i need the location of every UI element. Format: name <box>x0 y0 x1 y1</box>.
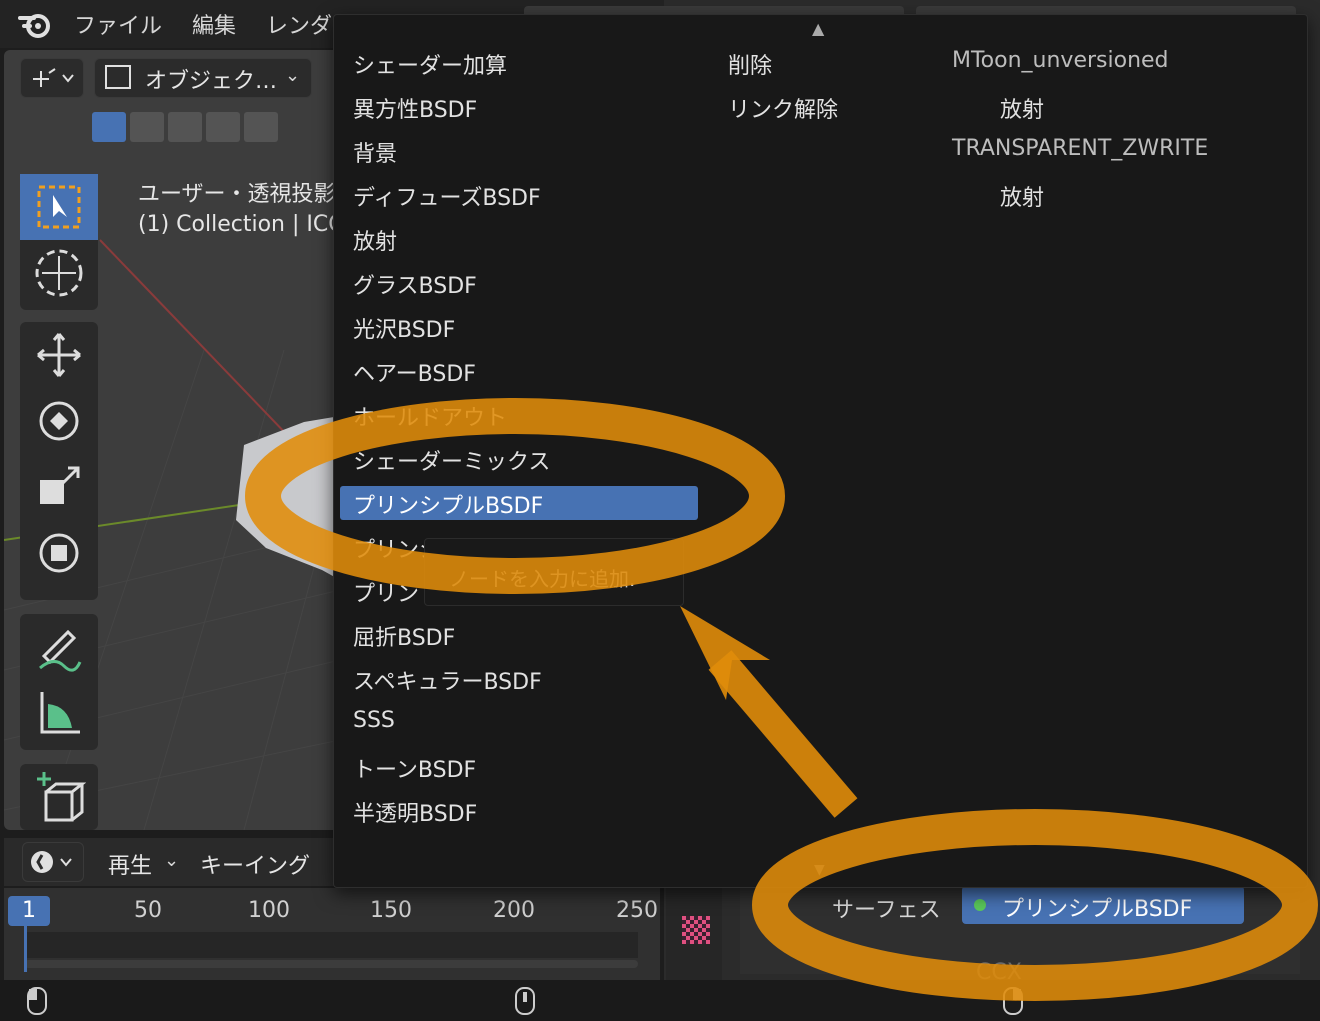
mouse-right-icon <box>1003 987 1023 1015</box>
menu-item-shader[interactable]: 放射 <box>353 224 397 256</box>
frame-mark: 50 <box>134 898 162 923</box>
material-icon[interactable] <box>682 916 710 944</box>
select-intersect-button[interactable] <box>244 112 278 142</box>
chevron-down-icon: ⌄ <box>164 850 180 871</box>
menu-item-shader[interactable]: プリンシプルBSDF <box>353 488 543 520</box>
object-mode-label: オブジェク… <box>145 69 278 94</box>
scroll-down-icon[interactable]: ▼ <box>814 862 825 878</box>
select-new-button[interactable] <box>92 112 126 142</box>
playback-menu[interactable]: 再生 <box>108 848 152 880</box>
frame-mark: 100 <box>248 898 290 923</box>
selection-mode-group <box>92 112 280 150</box>
surface-label: サーフェス <box>832 898 941 923</box>
tooltip: ノードを入力に追加. <box>424 538 684 606</box>
mouse-middle-icon <box>515 987 535 1015</box>
timeline-track <box>24 932 638 958</box>
toolbox-select <box>20 174 98 310</box>
surface-shader-field[interactable]: プリンシプルBSDF <box>962 886 1244 924</box>
tooltip-text: ノードを入力に追加. <box>449 567 636 591</box>
timeline-header: 再生 ⌄ キーイング <box>4 838 340 886</box>
menu-item-shader[interactable]: プリン <box>353 576 419 608</box>
menu-edit[interactable]: 編集 <box>192 8 236 40</box>
menu-item-shader[interactable]: 半透明BSDF <box>353 796 477 828</box>
scroll-up-icon[interactable]: ▲ <box>812 19 824 38</box>
menu-item-shader[interactable]: 異方性BSDF <box>353 92 477 124</box>
select-box-tool[interactable] <box>20 174 98 240</box>
viewport-mode-button[interactable] <box>20 58 84 98</box>
rotate-tool[interactable] <box>20 388 98 454</box>
menu-item-shader[interactable]: ホールドアウト <box>353 400 507 432</box>
measure-icon <box>40 692 80 734</box>
mouse-left-icon <box>27 987 47 1015</box>
blender-logo-icon[interactable] <box>16 8 54 40</box>
transform-tool[interactable] <box>20 520 98 586</box>
menu-item-shader[interactable]: ヘアーBSDF <box>353 356 476 388</box>
frame-mark: 250 <box>616 898 658 923</box>
menu-render[interactable]: レンダ <box>266 8 332 40</box>
menu-item-emission[interactable]: 放射 <box>1000 92 1044 124</box>
current-frame-indicator[interactable]: 1 <box>8 896 50 926</box>
collection-label: (1) Collection | ICO <box>138 212 346 237</box>
add-cube-icon <box>37 772 86 822</box>
measure-tool[interactable] <box>20 680 98 746</box>
cursor-icon <box>35 249 83 297</box>
menu-item-shader[interactable]: シェーダーミックス <box>353 444 550 476</box>
menu-item-unlink[interactable]: リンク解除 <box>728 92 838 124</box>
keying-menu[interactable]: キーイング <box>200 848 310 880</box>
add-cube-tool[interactable] <box>20 764 98 830</box>
menu-item-shader[interactable]: 屈折BSDF <box>353 620 455 652</box>
select-box-icon <box>37 185 81 229</box>
object-mode-dropdown[interactable]: オブジェク… ⌄ <box>94 58 312 98</box>
menu-item-shader[interactable]: 背景 <box>353 136 397 168</box>
toolbox-add <box>20 764 98 830</box>
select-extend-button[interactable] <box>130 112 164 142</box>
shader-socket-icon <box>974 899 986 911</box>
menu-item-shader[interactable]: 光沢BSDF <box>353 312 455 344</box>
menu-item-shader[interactable]: ディフューズBSDF <box>353 180 541 212</box>
timeline-scrollbar[interactable] <box>24 960 638 968</box>
transform-orientation-icon <box>33 68 74 87</box>
status-bar <box>0 980 1320 1021</box>
object-mode-icon <box>105 65 131 89</box>
view-name-label: ユーザー・透視投影 <box>138 182 336 207</box>
toolbox-annotate <box>20 614 98 750</box>
rotate-icon <box>39 401 79 441</box>
properties-tabs <box>666 888 722 980</box>
menu-item-shader[interactable]: グラスBSDF <box>353 268 477 300</box>
frame-mark: 150 <box>370 898 412 923</box>
scale-tool[interactable] <box>20 454 98 520</box>
menu-item-emission[interactable]: 放射 <box>1000 180 1044 212</box>
scale-icon <box>40 466 80 504</box>
select-invert-button[interactable] <box>206 112 240 142</box>
cursor-tool[interactable] <box>20 240 98 306</box>
pencil-icon <box>39 629 82 672</box>
chevron-down-icon: ⌄ <box>285 65 301 86</box>
toolbox-transform <box>20 322 98 600</box>
annotate-tool[interactable] <box>20 614 98 680</box>
move-tool[interactable] <box>20 322 98 388</box>
menu-item-shader[interactable]: スペキュラーBSDF <box>353 664 542 696</box>
menu-item-shader[interactable]: シェーダー加算 <box>353 48 507 80</box>
surface-shader-value: プリンシプルBSDF <box>1002 897 1193 922</box>
clock-icon <box>31 851 72 873</box>
timeline-editor-type[interactable] <box>22 842 84 882</box>
frame-mark: 200 <box>493 898 535 923</box>
transform-icon <box>39 533 79 573</box>
menu-item-material-mtoon[interactable]: MToon_unversioned <box>952 48 1169 73</box>
menu-item-shader[interactable]: トーンBSDF <box>353 752 476 784</box>
menu-item-shader[interactable]: SSS <box>353 708 395 733</box>
menu-file[interactable]: ファイル <box>74 8 162 40</box>
menu-item-material-transparent[interactable]: TRANSPARENT_ZWRITE <box>952 136 1208 161</box>
timeline[interactable] <box>4 888 660 980</box>
menu-item-remove[interactable]: 削除 <box>728 48 772 80</box>
select-subtract-button[interactable] <box>168 112 202 142</box>
move-icon <box>37 333 81 377</box>
